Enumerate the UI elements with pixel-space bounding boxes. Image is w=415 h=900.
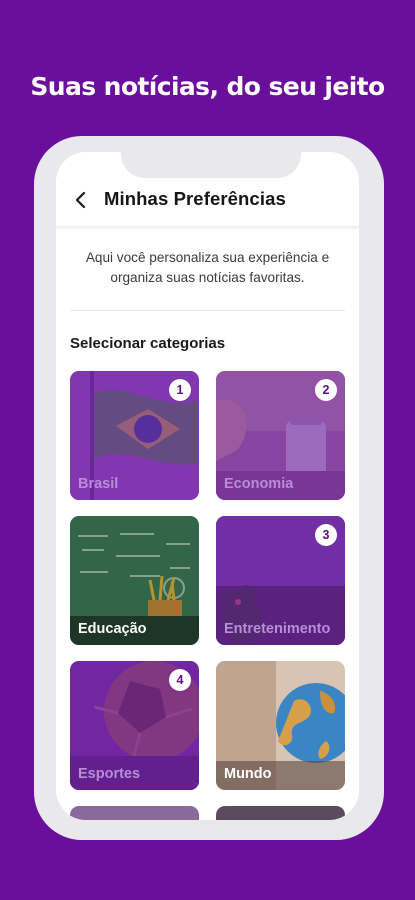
category-label: Entretenimento — [224, 621, 331, 637]
intro-text: Aqui você personaliza sua experiência e … — [85, 250, 330, 285]
category-label: Esportes — [78, 766, 141, 782]
category-label: Brasil — [78, 476, 119, 492]
selection-order-badge: 3 — [315, 524, 337, 546]
promo-headline: Suas notícias, do seu jeito — [30, 72, 385, 101]
category-tile-educacao[interactable]: Educação — [70, 516, 199, 645]
category-tile-partial[interactable] — [216, 806, 345, 820]
category-tile-economia[interactable]: 2 Economia — [216, 371, 345, 500]
category-tile-entretenimento[interactable]: 3 Entretenimento — [216, 516, 345, 645]
section-title: Selecionar categorias — [70, 335, 226, 352]
phone-notch — [121, 136, 301, 178]
category-label: Economia — [224, 476, 294, 492]
category-label: Educação — [78, 621, 147, 637]
app-screen: Minhas Preferências Aqui você personaliz… — [56, 152, 359, 820]
selection-order-badge: 1 — [169, 379, 191, 401]
category-label: Mundo — [224, 766, 272, 782]
selection-order-badge: 4 — [169, 669, 191, 691]
selection-order-badge: 2 — [315, 379, 337, 401]
chevron-left-icon[interactable] — [74, 190, 88, 210]
category-tile-brasil[interactable]: 1 Brasil — [70, 371, 199, 500]
divider — [70, 310, 345, 311]
category-tile-mundo[interactable]: Mundo — [216, 661, 345, 790]
page-title: Minhas Preferências — [104, 188, 286, 209]
category-tile-esportes[interactable]: 4 Esportes — [70, 661, 199, 790]
category-tile-partial[interactable] — [70, 806, 199, 820]
